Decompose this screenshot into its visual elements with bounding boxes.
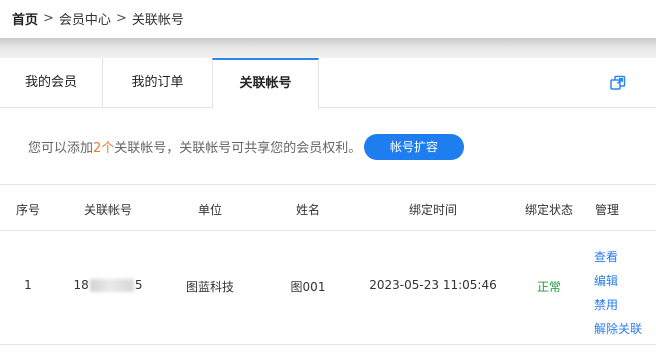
- row-index: 1: [24, 278, 32, 292]
- table-header: 序号 关联帐号 单位 姓名 绑定时间 绑定状态 管理: [0, 185, 656, 231]
- tab-my-orders[interactable]: 我的订单: [103, 58, 212, 108]
- breadcrumb-home-link[interactable]: 首页: [12, 9, 38, 28]
- row-actions: 查看 编辑 禁用 解除关联: [594, 245, 642, 341]
- column-header-name: 姓名: [295, 203, 320, 217]
- row-unit: 图蓝科技: [185, 280, 234, 294]
- edit-link[interactable]: 编辑: [594, 269, 642, 293]
- breadcrumb-separator: >: [115, 10, 127, 26]
- breadcrumb: 首页 > 会员中心 > 关联帐号: [12, 9, 184, 28]
- column-header-bind-status: 绑定状态: [524, 203, 573, 217]
- breadcrumb-separator: >: [43, 10, 54, 26]
- quota-info-text: 您可以添加2个关联帐号，关联帐号可共享您的会员权利。: [28, 137, 361, 156]
- table-row: 1 18 5 图蓝科技 图001 2023-05-23 11:05:46 正常 …: [0, 232, 656, 345]
- column-header-account: 关联帐号: [83, 203, 132, 217]
- header-divider-band: [0, 38, 656, 58]
- linked-accounts-table: 序号 关联帐号 单位 姓名 绑定时间 绑定状态 管理 1 18 5 图蓝科技 图…: [0, 184, 656, 357]
- row-name: 图001: [290, 280, 326, 294]
- breadcrumb-current: 关联帐号: [131, 12, 184, 28]
- column-header-index: 序号: [15, 203, 40, 217]
- breadcrumb-member-center-link[interactable]: 会员中心: [59, 9, 111, 28]
- account-number-prefix: 18: [73, 278, 89, 292]
- column-header-manage: 管理: [594, 203, 619, 217]
- tab-linked-accounts[interactable]: 关联帐号: [212, 58, 319, 109]
- account-number-suffix: 5: [134, 278, 143, 292]
- unlink-link[interactable]: 解除关联: [594, 317, 642, 341]
- row-status-badge: 正常: [536, 280, 561, 294]
- column-header-unit: 单位: [197, 203, 222, 217]
- quota-count: 2个: [93, 141, 115, 156]
- row-bind-time: 2023-05-23 11:05:46: [369, 278, 497, 292]
- quota-info-row: 您可以添加2个关联帐号，关联帐号可共享您的会员权利。 帐号扩容: [0, 108, 656, 184]
- disable-link[interactable]: 禁用: [594, 293, 642, 317]
- linked-accounts-panel: 我的会员 我的订单 关联帐号 您可以添加2个关联帐号，关联帐号可共享您的会员权利…: [0, 58, 656, 357]
- expand-accounts-button[interactable]: 帐号扩容: [364, 134, 464, 160]
- tab-my-members[interactable]: 我的会员: [0, 58, 103, 108]
- column-header-bind-time: 绑定时间: [408, 203, 457, 217]
- row-account: 18 5: [58, 278, 158, 292]
- account-number-redaction: [89, 278, 134, 292]
- quota-info-suffix: 关联帐号，关联帐号可共享您的会员权利。: [114, 141, 362, 156]
- view-link[interactable]: 查看: [594, 245, 642, 269]
- open-in-new-window-icon[interactable]: [609, 74, 627, 92]
- quota-info-prefix: 您可以添加: [28, 141, 94, 156]
- tab-bar: 我的会员 我的订单 关联帐号: [0, 58, 656, 109]
